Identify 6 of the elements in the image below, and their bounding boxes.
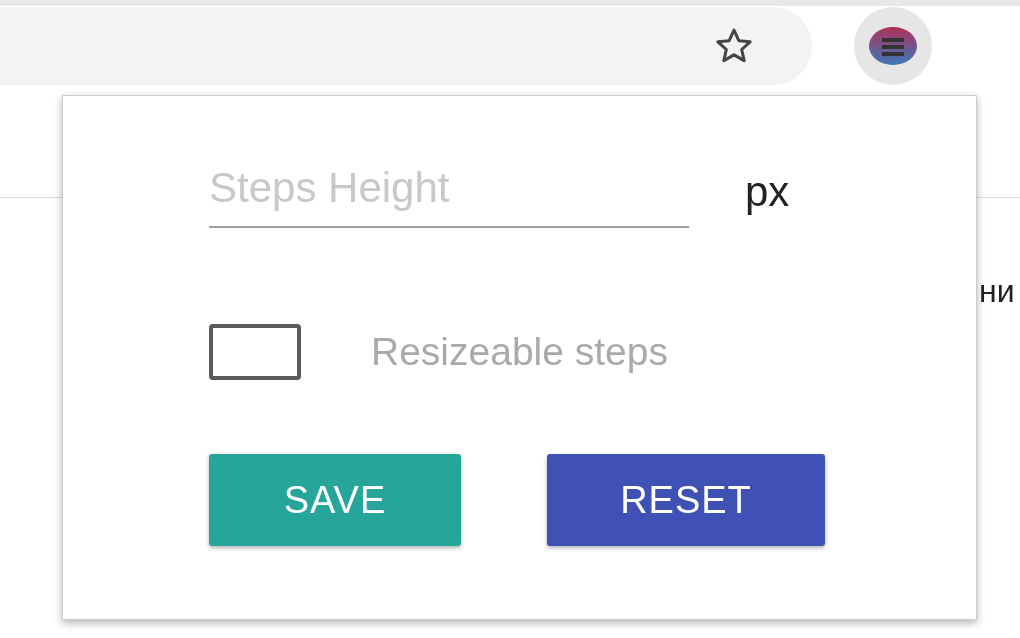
reset-button[interactable]: RESET xyxy=(547,454,825,546)
extension-icon xyxy=(868,25,918,66)
resizeable-checkbox[interactable] xyxy=(209,324,301,380)
unit-label: px xyxy=(745,168,790,217)
page-text: ни xyxy=(979,273,1015,310)
checkbox-label: Resizeable steps xyxy=(371,330,668,374)
